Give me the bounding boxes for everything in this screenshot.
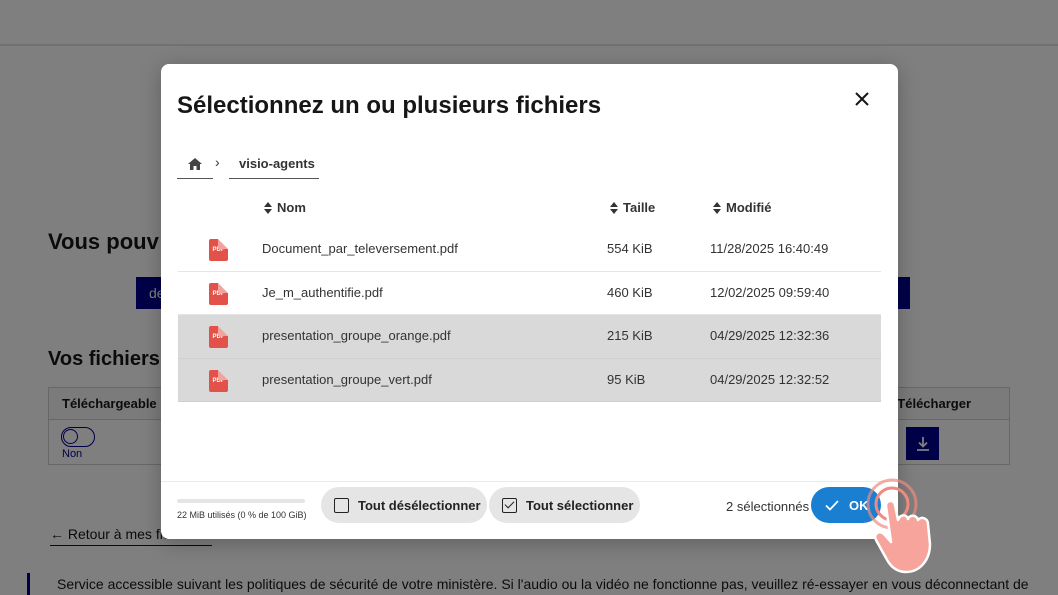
deselect-all-label: Tout désélectionner <box>358 497 481 513</box>
checkbox-checked-icon <box>502 497 517 513</box>
sort-icon <box>264 201 273 214</box>
sort-icon <box>713 201 722 214</box>
storage-usage-text: 22 MiB utilisés (0 % de 100 GiB) <box>177 510 307 520</box>
check-icon <box>825 499 839 511</box>
file-modified: 11/28/2025 16:40:49 <box>710 241 829 256</box>
dialog-footer: 22 MiB utilisés (0 % de 100 GiB) Tout dé… <box>161 481 898 539</box>
file-size: 95 KiB <box>607 371 646 387</box>
column-size-label: Taille <box>623 200 656 215</box>
column-name-label: Nom <box>277 200 306 215</box>
file-row[interactable]: PDF Je_m_authentifie.pdf 460 KiB 12/02/2… <box>178 272 881 315</box>
file-row[interactable]: PDF presentation_groupe_orange.pdf 215 K… <box>178 315 881 359</box>
deselect-all-button[interactable]: Tout désélectionner <box>321 487 487 523</box>
file-size: 460 KiB <box>607 284 653 300</box>
select-all-label: Tout sélectionner <box>526 497 634 513</box>
storage-usage-bar <box>177 499 305 503</box>
home-icon <box>188 158 202 170</box>
checkbox-empty-icon <box>334 497 349 513</box>
dialog-title: Sélectionnez un ou plusieurs fichiers <box>177 92 602 119</box>
breadcrumb-home[interactable] <box>177 150 213 179</box>
file-size: 215 KiB <box>607 328 653 343</box>
file-row[interactable]: PDF presentation_groupe_vert.pdf 95 KiB … <box>178 358 881 402</box>
column-name-header[interactable]: Nom <box>264 200 306 215</box>
file-name: Je_m_authentifie.pdf <box>262 284 383 300</box>
column-size-header[interactable]: Taille <box>610 200 655 215</box>
pdf-file-icon: PDF <box>209 239 228 261</box>
file-row[interactable]: PDF Document_par_televersement.pdf 554 K… <box>178 228 881 272</box>
select-all-button[interactable]: Tout sélectionner <box>489 487 640 523</box>
pdf-file-icon: PDF <box>209 326 228 348</box>
column-modified-label: Modifié <box>726 200 772 215</box>
file-name: presentation_groupe_vert.pdf <box>262 371 432 387</box>
tap-hand-icon <box>866 478 932 574</box>
file-list-table: Nom Taille Modifié PDF Document_par_tele… <box>178 192 881 402</box>
sort-icon <box>610 201 619 214</box>
file-list-header: Nom Taille Modifié <box>178 192 881 228</box>
file-size: 554 KiB <box>607 241 653 256</box>
pdf-file-icon: PDF <box>209 282 228 305</box>
file-modified: 04/29/2025 12:32:36 <box>710 328 830 343</box>
breadcrumb-folder[interactable]: visio-agents <box>229 150 319 179</box>
file-modified: 12/02/2025 09:59:40 <box>710 284 830 300</box>
selected-count: 2 sélectionnés <box>726 499 810 514</box>
file-name: Document_par_televersement.pdf <box>262 241 458 256</box>
column-modified-header[interactable]: Modifié <box>713 200 772 215</box>
file-name: presentation_groupe_orange.pdf <box>262 328 451 343</box>
chevron-right-icon: › <box>215 154 220 170</box>
file-picker-dialog: Sélectionnez un ou plusieurs fichiers › … <box>161 64 898 539</box>
close-button[interactable] <box>849 86 875 112</box>
file-modified: 04/29/2025 12:32:52 <box>710 371 830 387</box>
close-icon <box>855 92 869 106</box>
pdf-file-icon: PDF <box>209 369 228 392</box>
